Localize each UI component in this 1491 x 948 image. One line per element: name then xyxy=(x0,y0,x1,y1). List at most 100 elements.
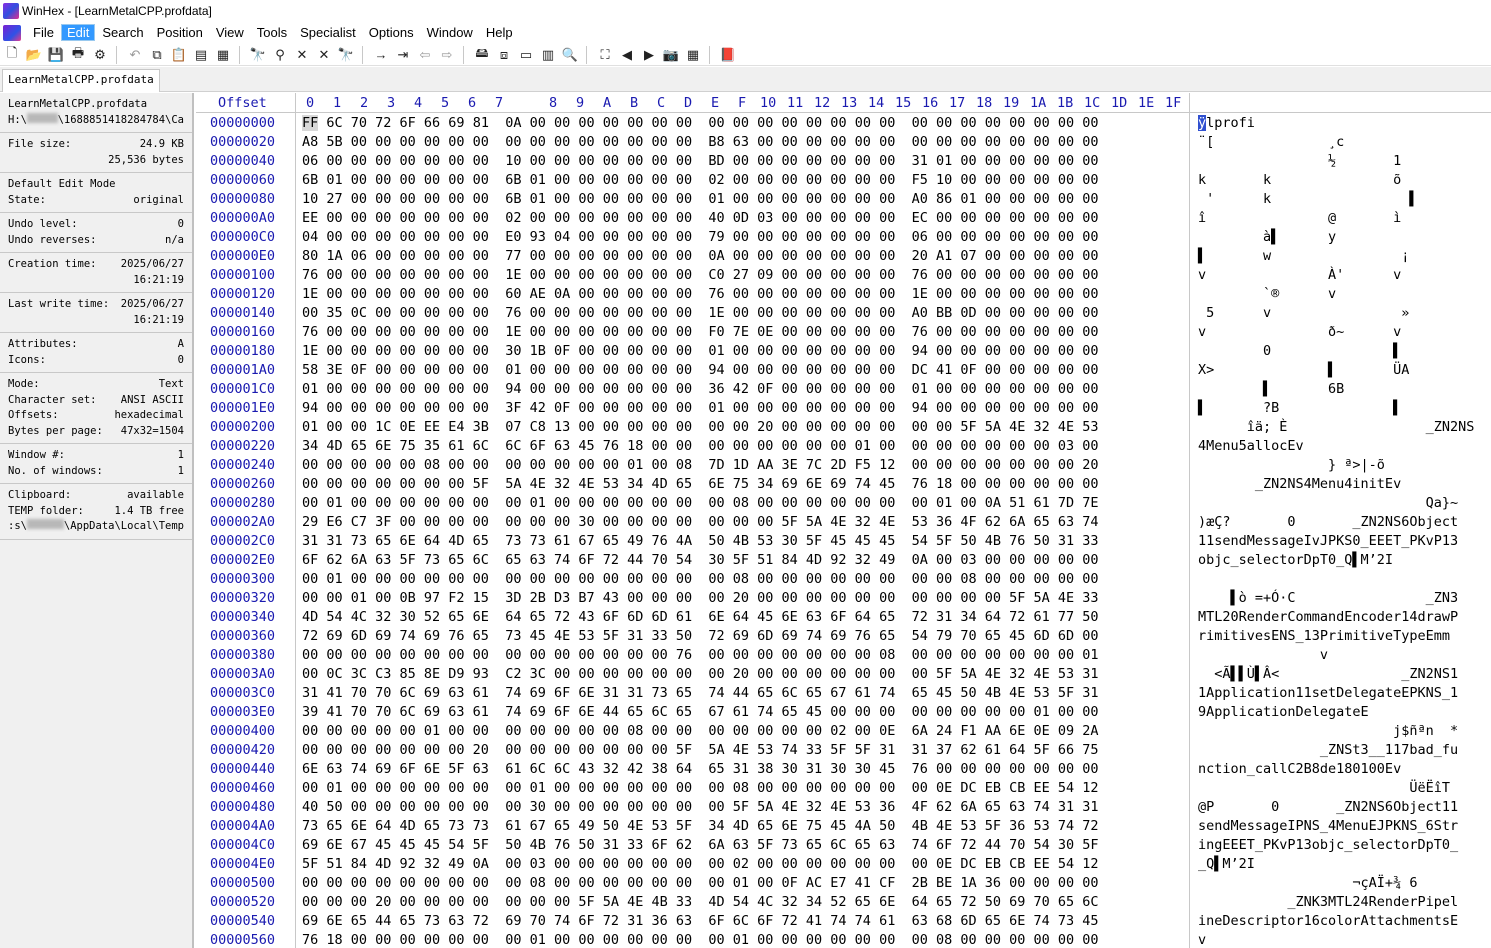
goto-sector-icon[interactable]: ⇥ xyxy=(393,45,413,65)
open-disk-icon[interactable]: 🖴 xyxy=(472,45,492,65)
row-text[interactable]: _Q▌M’2I xyxy=(1198,856,1255,872)
hex-row[interactable]: 00000120 1E 00 00 00 00 00 00 00 60 AE 0A… xyxy=(196,284,1491,303)
row-text[interactable]: v xyxy=(1198,647,1328,663)
hex-row[interactable]: 00000240 00 00 00 00 00 08 00 00 00 00 00… xyxy=(196,455,1491,474)
hex-row[interactable]: 000000C0 04 00 00 00 00 00 00 00 E0 93 04… xyxy=(196,227,1491,246)
row-text[interactable]: ▌ 6B xyxy=(1198,381,1344,397)
hex-row[interactable]: 00000540 69 6E 65 44 65 73 63 72 69 70 74… xyxy=(196,911,1491,930)
save-icon[interactable]: 💾 xyxy=(46,45,66,65)
row-text[interactable]: ineDescriptor16colorAttachmentsE xyxy=(1198,913,1458,929)
hex-row[interactable]: 000002E0 6F 62 6A 63 5F 73 65 6C 65 63 74… xyxy=(196,550,1491,569)
menu-position[interactable]: Position xyxy=(151,24,209,41)
hex-row[interactable]: 00000020 A8 5B 00 00 00 00 00 00 00 00 00… xyxy=(196,132,1491,151)
hex-row[interactable]: 00000400 00 00 00 00 00 01 00 00 00 00 00… xyxy=(196,721,1491,740)
paste-icon[interactable]: 📋 xyxy=(169,45,189,65)
row-text[interactable]: ▌ w ¡ xyxy=(1198,248,1409,264)
back-icon[interactable]: ⇦ xyxy=(415,45,435,65)
row-hex-bytes[interactable]: 29 E6 C7 3F 00 00 00 00 00 00 00 30 00 0… xyxy=(302,514,1099,530)
hex-editor[interactable]: Offset 0 1 2 3 4 5 6 7 8 9 A B C D E F 10 11 12 13 14 15 16 17 1… xyxy=(196,93,1491,948)
row-text[interactable]: ▌ ?B ▌ xyxy=(1198,400,1401,416)
hex-row[interactable]: 000001E0 94 00 00 00 00 00 00 00 3F 42 0F… xyxy=(196,398,1491,417)
row-hex-bytes[interactable]: 04 00 00 00 00 00 00 00 E0 93 04 00 00 0… xyxy=(302,229,1099,245)
hex-row[interactable]: 00000460 00 01 00 00 00 00 00 00 00 01 00… xyxy=(196,778,1491,797)
hex-row[interactable]: 000004E0 5F 51 84 4D 92 32 49 0A 00 03 00… xyxy=(196,854,1491,873)
find-hex-icon[interactable]: ⚲ xyxy=(270,45,290,65)
hex-row[interactable]: 00000100 76 00 00 00 00 00 00 00 1E 00 00… xyxy=(196,265,1491,284)
hex-row[interactable]: 00000480 40 50 00 00 00 00 00 00 00 30 00… xyxy=(196,797,1491,816)
row-text[interactable]: Qa}~ xyxy=(1198,495,1459,511)
row-hex-bytes[interactable]: A8 5B 00 00 00 00 00 00 00 00 00 00 00 0… xyxy=(302,134,1099,150)
menu-tools[interactable]: Tools xyxy=(251,24,293,41)
hex-row[interactable]: 00000000 FF 6C 70 72 6F 66 69 81 0A 00 00… xyxy=(196,113,1491,132)
row-hex-bytes[interactable]: 00 35 0C 00 00 00 00 00 76 00 00 00 00 0… xyxy=(302,305,1099,321)
help-book-icon[interactable]: 📕 xyxy=(718,45,738,65)
open-folder-icon[interactable]: 📂 xyxy=(24,45,44,65)
menu-window[interactable]: Window xyxy=(421,24,479,41)
hex-row[interactable]: 00000060 6B 01 00 00 00 00 00 00 6B 01 00… xyxy=(196,170,1491,189)
hex-row[interactable]: 000004A0 73 65 6E 64 4D 65 73 73 61 67 65… xyxy=(196,816,1491,835)
undo-icon[interactable]: ↶ xyxy=(125,45,145,65)
hex-row[interactable]: 00000320 00 00 01 00 0B 97 F2 15 3D 2B D3… xyxy=(196,588,1491,607)
hex-row[interactable]: 00000260 00 00 00 00 00 00 00 5F 5A 4E 32… xyxy=(196,474,1491,493)
hex-row[interactable]: 000000E0 80 1A 06 00 00 00 00 00 77 00 00… xyxy=(196,246,1491,265)
row-text[interactable]: ingEEET_PKvP13objc_selectorDpT0_ xyxy=(1198,837,1458,853)
hex-row[interactable]: 00000560 76 18 00 00 00 00 00 00 00 01 00… xyxy=(196,930,1491,948)
row-hex-bytes[interactable]: 76 00 00 00 00 00 00 00 1E 00 00 00 00 0… xyxy=(302,324,1099,340)
row-text[interactable]: j$ñªn * xyxy=(1198,723,1458,739)
document-system-menu-icon[interactable] xyxy=(3,24,21,41)
row-hex-bytes[interactable]: 1E 00 00 00 00 00 00 00 60 AE 0A 00 00 0… xyxy=(302,286,1099,302)
hex-row[interactable]: 000002C0 31 31 73 65 6E 64 4D 65 73 73 61… xyxy=(196,531,1491,550)
copy-block-icon[interactable]: ▤ xyxy=(191,45,211,65)
find-icon[interactable]: 🔭 xyxy=(248,45,268,65)
row-hex-bytes[interactable]: EE 00 00 00 00 00 00 00 02 00 00 00 00 0… xyxy=(302,210,1099,226)
row-text[interactable]: sendMessageIPNS_4MenuEJPKNS_6Str xyxy=(1198,818,1458,834)
row-hex-bytes[interactable]: 10 27 00 00 00 00 00 00 6B 01 00 00 00 0… xyxy=(302,191,1099,207)
row-text[interactable]: objc_selectorDpT0_Q▌M’2I xyxy=(1198,552,1393,568)
copy-hex-icon[interactable]: ▦ xyxy=(213,45,233,65)
row-hex-bytes[interactable]: 69 6E 65 44 65 73 63 72 69 70 74 6F 72 3… xyxy=(302,913,1099,929)
hex-row[interactable]: 00000140 00 35 0C 00 00 00 00 00 76 00 00… xyxy=(196,303,1491,322)
row-hex-bytes[interactable]: 01 00 00 00 00 00 00 00 94 00 00 00 00 0… xyxy=(302,381,1099,397)
row-hex-bytes[interactable]: 00 01 00 00 00 00 00 00 00 01 00 00 00 0… xyxy=(302,780,1099,796)
hex-row[interactable]: 000004C0 69 6E 67 45 45 45 54 5F 50 4B 76… xyxy=(196,835,1491,854)
hex-row[interactable]: 00000300 00 01 00 00 00 00 00 00 00 00 00… xyxy=(196,569,1491,588)
next-icon[interactable]: ▶ xyxy=(639,45,659,65)
hex-row[interactable]: 00000180 1E 00 00 00 00 00 00 00 30 1B 0F… xyxy=(196,341,1491,360)
menu-view[interactable]: View xyxy=(210,24,250,41)
row-text[interactable]: à▌ y xyxy=(1198,229,1336,245)
hex-row[interactable]: 000001C0 01 00 00 00 00 00 00 00 94 00 00… xyxy=(196,379,1491,398)
menu-edit[interactable]: Edit xyxy=(60,24,96,41)
menu-help[interactable]: Help xyxy=(480,24,519,41)
hex-row[interactable]: 00000360 72 69 6D 69 74 69 76 65 73 45 4E… xyxy=(196,626,1491,645)
row-hex-bytes[interactable]: 00 00 01 00 0B 97 F2 15 3D 2B D3 B7 43 0… xyxy=(302,590,1099,606)
row-text[interactable]: îä; È _ZN2NS xyxy=(1198,419,1475,435)
row-text[interactable]: `® v xyxy=(1198,286,1336,302)
row-text[interactable]: 5 v » xyxy=(1198,305,1409,321)
row-text[interactable]: 11sendMessageIvJPKS0_EEET_PKvP13 xyxy=(1198,533,1458,549)
row-hex-bytes[interactable]: 1E 00 00 00 00 00 00 00 30 1B 0F 00 00 0… xyxy=(302,343,1099,359)
prev-icon[interactable]: ◀ xyxy=(617,45,637,65)
new-file-icon[interactable]: 🗋 xyxy=(2,45,22,65)
goto-offset-icon[interactable]: → xyxy=(371,45,391,65)
row-text[interactable]: v À' v xyxy=(1198,267,1401,283)
row-hex-bytes[interactable]: 00 01 00 00 00 00 00 00 00 01 00 00 00 0… xyxy=(302,495,1099,511)
hex-row[interactable]: 00000220 34 4D 65 6E 75 35 61 6C 6C 6F 63… xyxy=(196,436,1491,455)
row-hex-bytes[interactable]: 4D 54 4C 32 30 52 65 6E 64 65 72 43 6F 6… xyxy=(302,609,1099,625)
row-hex-bytes[interactable]: 00 00 00 00 00 00 00 00 00 00 00 00 00 0… xyxy=(302,647,1099,663)
row-hex-bytes[interactable]: 76 18 00 00 00 00 00 00 00 01 00 00 00 0… xyxy=(302,932,1099,948)
row-hex-bytes[interactable]: 6F 62 6A 63 5F 73 65 6C 65 63 74 6F 72 4… xyxy=(302,552,1099,568)
row-hex-bytes[interactable]: 80 1A 06 00 00 00 00 00 77 00 00 00 00 0… xyxy=(302,248,1099,264)
hex-row[interactable]: 00000420 00 00 00 00 00 00 00 20 00 00 00… xyxy=(196,740,1491,759)
row-text[interactable]: } ª>|-õ xyxy=(1198,457,1385,473)
hex-row[interactable]: 000003E0 39 41 70 70 6C 69 63 61 74 69 6F… xyxy=(196,702,1491,721)
row-hex-bytes[interactable]: 6B 01 00 00 00 00 00 00 6B 01 00 00 00 0… xyxy=(302,172,1099,188)
row-hex-bytes[interactable]: FF 6C 70 72 6F 66 69 81 0A 00 00 00 00 0… xyxy=(302,115,1099,131)
row-text[interactable]: ½ 1 xyxy=(1198,153,1401,169)
row-text[interactable]: ¬çAÏ+¾ 6 xyxy=(1198,875,1417,891)
row-text[interactable]: 0 ▌ xyxy=(1198,343,1401,359)
row-hex-bytes[interactable]: 39 41 70 70 6C 69 63 61 74 69 6F 6E 44 6… xyxy=(302,704,1099,720)
row-hex-bytes[interactable]: 34 4D 65 6E 75 35 61 6C 6C 6F 63 45 76 1… xyxy=(302,438,1099,454)
hex-row[interactable]: 00000160 76 00 00 00 00 00 00 00 1E 00 00… xyxy=(196,322,1491,341)
row-hex-bytes[interactable]: 01 00 00 1C 0E EE E4 3B 07 C8 13 00 00 0… xyxy=(302,419,1099,435)
row-text[interactable]: )æÇ? 0 _ZN2NS6Object xyxy=(1198,514,1458,530)
